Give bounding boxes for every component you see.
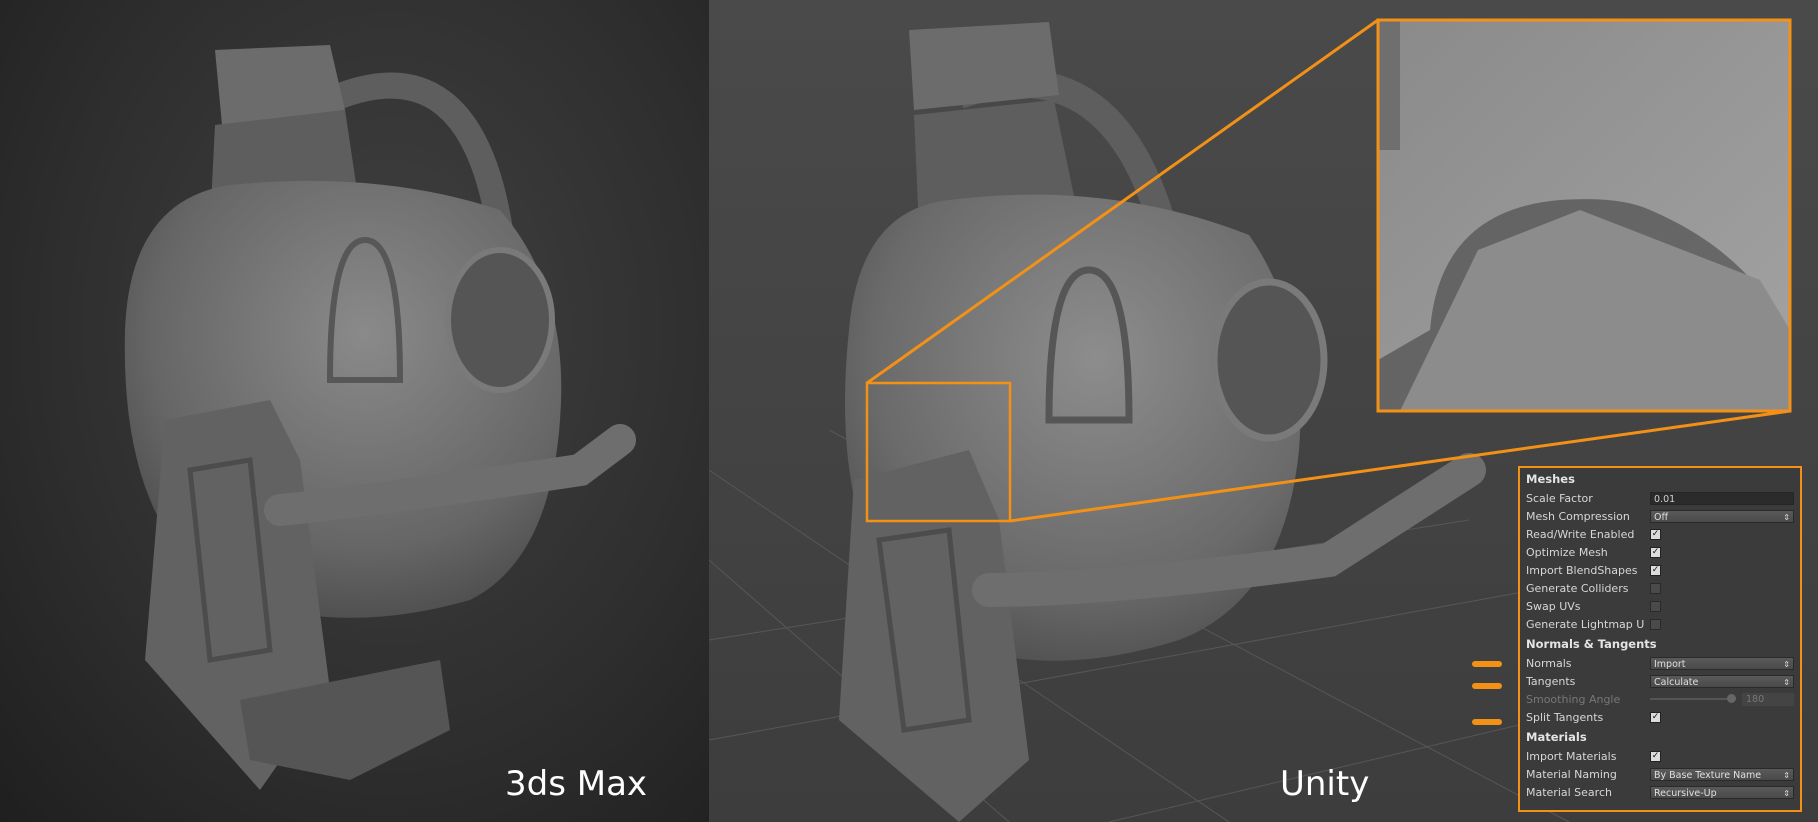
material-naming-row: Material Naming By Base Texture Name ⇕ xyxy=(1526,766,1794,782)
updown-arrow-icon: ⇕ xyxy=(1783,512,1790,522)
tangents-dropdown[interactable]: Calculate ⇕ xyxy=(1650,674,1794,688)
mesh-compression-label: Mesh Compression xyxy=(1526,509,1630,523)
smoothing-angle-label: Smoothing Angle xyxy=(1526,692,1621,706)
split-tangents-marker xyxy=(1472,719,1502,725)
updown-arrow-icon: ⇕ xyxy=(1783,770,1790,780)
updown-arrow-icon: ⇕ xyxy=(1783,788,1790,798)
scale-factor-row: Scale Factor 0.01 xyxy=(1526,490,1794,506)
material-naming-value: By Base Texture Name xyxy=(1654,769,1762,781)
read-write-checkbox[interactable]: ✓ xyxy=(1650,528,1661,540)
generate-lightmap-checkbox[interactable] xyxy=(1650,618,1661,630)
import-materials-row: Import Materials ✓ xyxy=(1526,748,1794,764)
material-search-row: Material Search Recursive-Up ⇕ xyxy=(1526,784,1794,800)
swap-uvs-checkbox[interactable] xyxy=(1650,600,1661,612)
model-import-inspector: Meshes Scale Factor 0.01 Mesh Compressio… xyxy=(1518,466,1802,812)
material-search-label: Material Search xyxy=(1526,785,1612,799)
import-blendshapes-row: Import BlendShapes ✓ xyxy=(1526,562,1794,578)
max-viewport: 3ds Max xyxy=(0,0,709,822)
swap-uvs-label: Swap UVs xyxy=(1526,599,1581,613)
normals-dropdown[interactable]: Import ⇕ xyxy=(1650,656,1794,670)
optimize-mesh-label: Optimize Mesh xyxy=(1526,545,1608,559)
normals-marker xyxy=(1472,661,1502,667)
generate-colliders-checkbox[interactable] xyxy=(1650,582,1661,594)
smoothing-angle-row: Smoothing Angle 180 xyxy=(1526,691,1794,707)
optimize-mesh-row: Optimize Mesh ✓ xyxy=(1526,544,1794,560)
import-blendshapes-label: Import BlendShapes xyxy=(1526,563,1638,577)
generate-lightmap-row: Generate Lightmap UVs xyxy=(1526,616,1794,632)
split-tangents-label: Split Tangents xyxy=(1526,710,1604,724)
import-materials-checkbox[interactable]: ✓ xyxy=(1650,750,1661,762)
normals-row: Normals Import ⇕ xyxy=(1526,655,1794,671)
generate-lightmap-label: Generate Lightmap UVs xyxy=(1526,617,1644,631)
swap-uvs-row: Swap UVs xyxy=(1526,598,1794,614)
mesh-compression-value: Off xyxy=(1654,511,1669,523)
import-blendshapes-checkbox[interactable]: ✓ xyxy=(1650,564,1661,576)
material-naming-dropdown[interactable]: By Base Texture Name ⇕ xyxy=(1650,767,1794,781)
meshes-header: Meshes xyxy=(1526,472,1575,486)
smoothing-angle-slider-knob[interactable] xyxy=(1727,694,1736,703)
generate-colliders-label: Generate Colliders xyxy=(1526,581,1629,595)
smoothing-angle-slider-track xyxy=(1650,698,1736,700)
max-render-label: 3ds Max xyxy=(505,764,648,804)
normals-label: Normals xyxy=(1526,656,1572,670)
mesh-compression-dropdown[interactable]: Off ⇕ xyxy=(1650,509,1794,523)
read-write-row: Read/Write Enabled ✓ xyxy=(1526,526,1794,542)
helmet-render-max xyxy=(124,45,636,790)
tangents-marker xyxy=(1472,683,1502,689)
materials-header: Materials xyxy=(1526,730,1587,744)
read-write-label: Read/Write Enabled xyxy=(1526,527,1635,541)
comparison-stage: 3ds Max Unity Meshes Scale Factor 0.01 M… xyxy=(0,0,1818,822)
generate-colliders-row: Generate Colliders xyxy=(1526,580,1794,596)
split-tangents-row: Split Tangents ✓ xyxy=(1526,709,1794,725)
scale-factor-field[interactable]: 0.01 xyxy=(1650,491,1794,505)
normals-tangents-header: Normals & Tangents xyxy=(1526,637,1657,651)
material-naming-label: Material Naming xyxy=(1526,767,1617,781)
material-search-dropdown[interactable]: Recursive-Up ⇕ xyxy=(1650,785,1794,799)
tangents-label: Tangents xyxy=(1526,674,1576,688)
scale-factor-label: Scale Factor xyxy=(1526,491,1593,505)
normals-value: Import xyxy=(1654,658,1686,670)
updown-arrow-icon: ⇕ xyxy=(1783,659,1790,669)
tangents-row: Tangents Calculate ⇕ xyxy=(1526,673,1794,689)
updown-arrow-icon: ⇕ xyxy=(1783,677,1790,687)
mesh-compression-row: Mesh Compression Off ⇕ xyxy=(1526,508,1794,524)
optimize-mesh-checkbox[interactable]: ✓ xyxy=(1650,546,1661,558)
unity-render-label: Unity xyxy=(1280,764,1370,804)
material-search-value: Recursive-Up xyxy=(1654,787,1717,799)
smoothing-angle-field[interactable]: 180 xyxy=(1742,692,1794,706)
import-materials-label: Import Materials xyxy=(1526,749,1617,763)
split-tangents-checkbox[interactable]: ✓ xyxy=(1650,711,1661,723)
tangents-value: Calculate xyxy=(1654,676,1699,688)
